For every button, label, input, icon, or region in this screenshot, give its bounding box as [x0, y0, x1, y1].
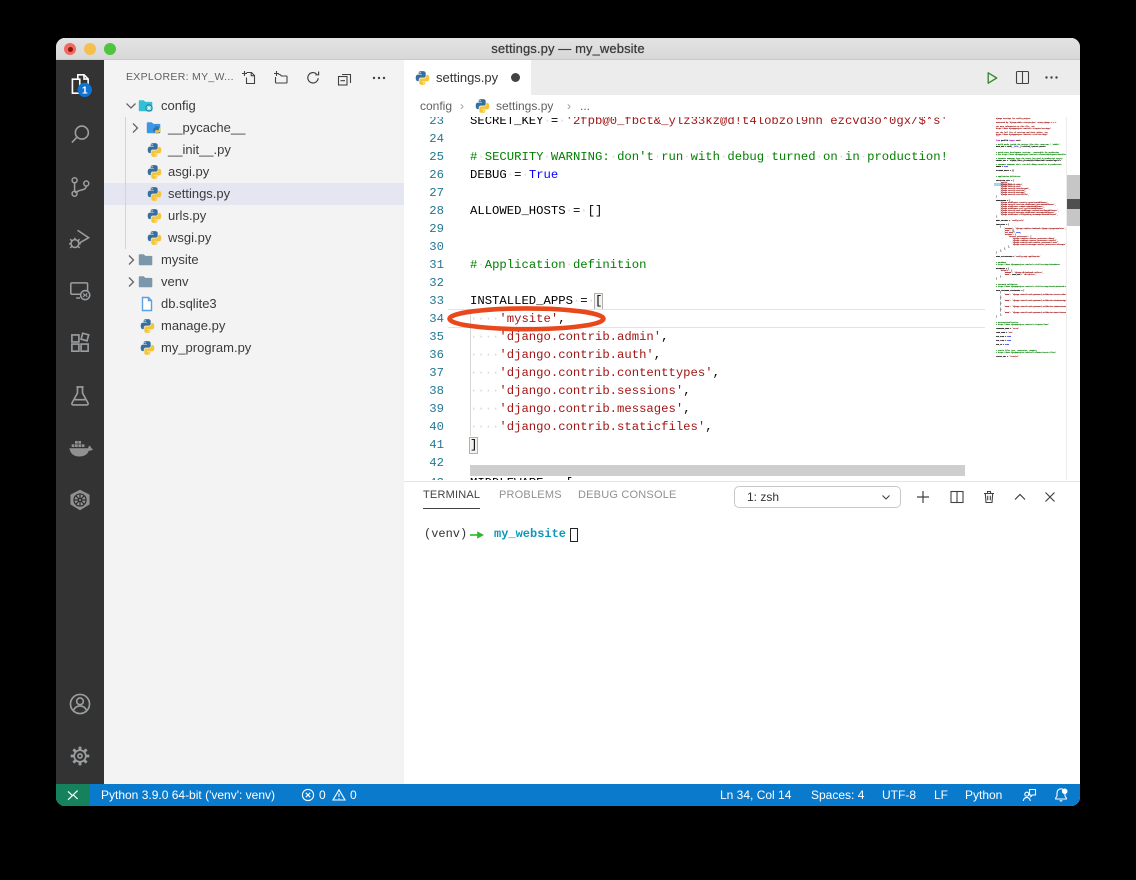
svg-text:1: 1	[82, 86, 88, 97]
